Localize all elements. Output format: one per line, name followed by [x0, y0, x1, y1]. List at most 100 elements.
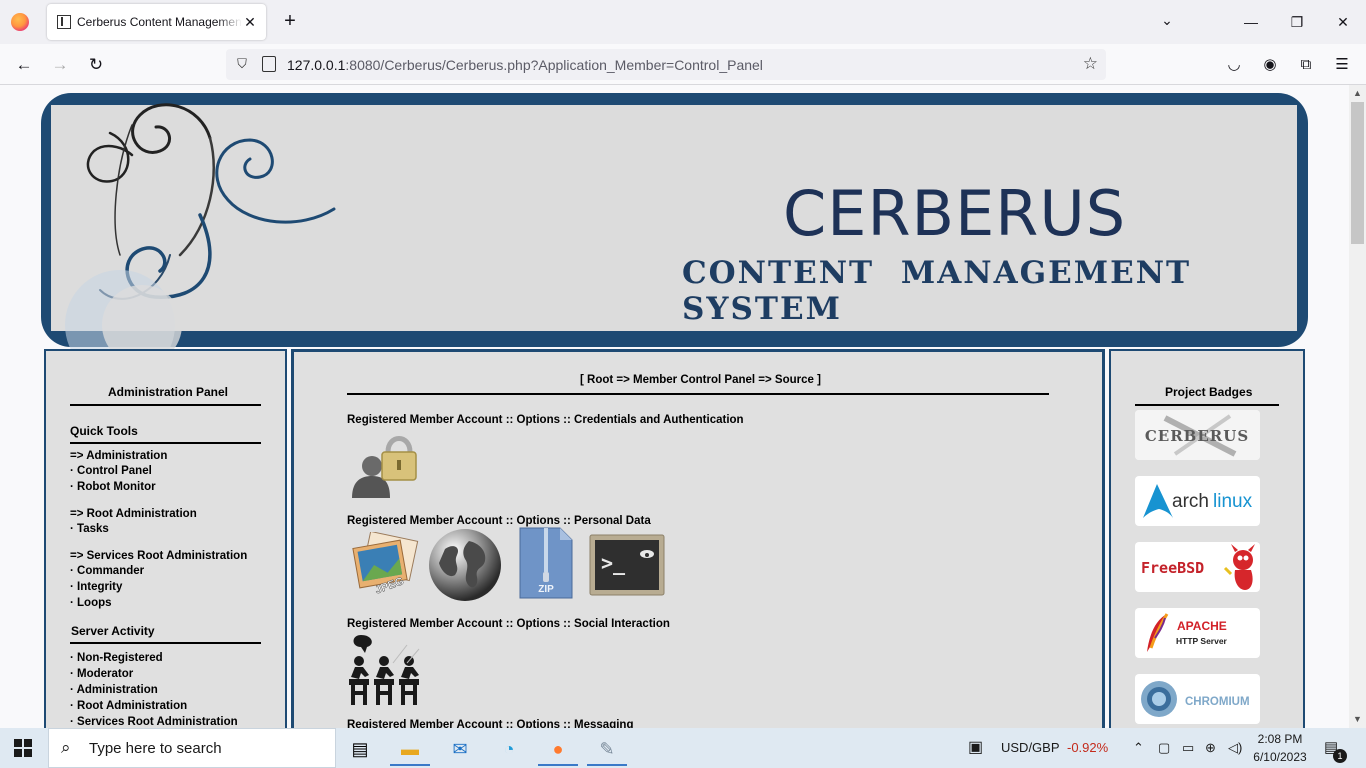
menu-services-root-administration[interactable]: => Services Root Administration [70, 550, 247, 562]
bookmark-star-icon[interactable]: ☆ [1083, 54, 1098, 74]
divider [70, 404, 261, 406]
scroll-up-icon[interactable]: ▲ [1349, 85, 1366, 102]
user-lock-icon[interactable] [348, 428, 418, 503]
search-icon: ⌕ [61, 738, 71, 757]
tracking-protection-shield-icon[interactable]: ⛉ [234, 56, 250, 72]
edge-icon[interactable]: ◔ [489, 734, 529, 766]
freebsd-label: FreeBSD [1141, 559, 1204, 577]
zip-label: ZIP [538, 584, 554, 595]
section-credentials-heading: Registered Member Account :: Options :: … [347, 414, 744, 426]
cerberus-badge-label: CERBERUS [1145, 427, 1249, 445]
activity-root-administration[interactable]: · Root Administration [70, 700, 187, 712]
navigation-toolbar: ← → ↻ ⛉ 127.0.0.1:8080/Cerberus/Cerberus… [0, 44, 1366, 85]
page-info-icon[interactable] [262, 56, 276, 72]
pocket-icon[interactable]: ◡ [1222, 53, 1246, 77]
globe-icon[interactable] [427, 527, 503, 608]
divider [70, 442, 261, 444]
activity-moderator[interactable]: · Moderator [70, 668, 133, 680]
browser-tab-bar: Cerberus Content Management System ✕ + ⌄… [0, 0, 1366, 44]
terminal-icon[interactable]: >_ [589, 534, 665, 601]
file-explorer-icon[interactable]: ▬ [390, 734, 430, 766]
volume-icon[interactable]: ◁) [1228, 728, 1242, 768]
active-tab[interactable]: Cerberus Content Management System ✕ [47, 4, 266, 40]
meet-now-icon[interactable]: ▢ [1158, 728, 1170, 768]
activity-services-root-administration[interactable]: · Services Root Administration [70, 716, 238, 728]
project-badges-title: Project Badges [1165, 385, 1253, 399]
menu-robot-monitor[interactable]: · Robot Monitor [70, 481, 156, 493]
clock[interactable]: 2:08 PM 6/10/2023 [1250, 730, 1310, 766]
divider [1135, 404, 1279, 406]
restore-icon[interactable]: ❐ [1282, 10, 1312, 34]
breadcrumb: [ Root => Member Control Panel => Source… [580, 374, 821, 386]
http-server-label: HTTP Server [1176, 636, 1228, 646]
url-text[interactable]: 127.0.0.1:8080/Cerberus/Cerberus.php?App… [287, 57, 763, 73]
activity-non-registered[interactable]: · Non-Registered [70, 652, 163, 664]
url-bar[interactable]: ⛉ 127.0.0.1:8080/Cerberus/Cerberus.php?A… [226, 49, 1106, 80]
url-host: 127.0.0.1 [287, 57, 346, 73]
admin-panel-title: Administration Panel [108, 385, 229, 399]
show-hidden-icons-icon[interactable]: ⌃ [1133, 728, 1144, 768]
currency-pair[interactable]: USD/GBP [1001, 728, 1060, 768]
chromium-badge[interactable]: CHROMIUM [1135, 674, 1260, 724]
account-icon[interactable]: ◉ [1258, 53, 1282, 77]
freebsd-badge[interactable]: FreeBSD [1135, 542, 1260, 592]
site-favicon-icon [57, 15, 71, 29]
taskbar-search-box[interactable]: ⌕ Type here to search [48, 728, 336, 768]
stock-widget-icon[interactable]: ▣ [968, 728, 983, 768]
cerberus-badge[interactable]: CERBERUS [1135, 410, 1260, 460]
search-placeholder: Type here to search [89, 740, 222, 757]
brand-subtitle: CONTENT MANAGEMENT SYSTEM [682, 255, 1192, 327]
network-icon[interactable]: ⊕ [1205, 728, 1216, 768]
menu-integrity[interactable]: · Integrity [70, 581, 122, 593]
reload-icon[interactable]: ↻ [84, 53, 108, 77]
section-personal-data-heading: Registered Member Account :: Options :: … [347, 515, 651, 527]
menu-administration[interactable]: => Administration [70, 450, 167, 462]
breadcrumb-divider [347, 393, 1049, 395]
paint-icon[interactable]: ✎ [587, 734, 627, 766]
social-group-icon[interactable] [347, 633, 421, 712]
close-window-icon[interactable]: ✕ [1328, 10, 1358, 34]
page-viewport: CERBERUS CONTENT MANAGEMENT SYSTEM Admin… [0, 85, 1349, 728]
clock-date: 6/10/2023 [1253, 750, 1307, 764]
currency-change[interactable]: -0.92% [1067, 728, 1108, 768]
arch-text: arch [1172, 491, 1209, 512]
tab-title: Cerberus Content Management System [77, 15, 242, 29]
archlinux-badge[interactable]: arch linux [1135, 476, 1260, 526]
extensions-icon[interactable]: ⧉ [1294, 53, 1318, 77]
url-path: :8080/Cerberus/Cerberus.php?Application_… [345, 57, 763, 73]
menu-tasks[interactable]: · Tasks [70, 523, 109, 535]
menu-loops[interactable]: · Loops [70, 597, 112, 609]
mail-icon[interactable]: ✉ [440, 734, 480, 766]
zip-archive-icon[interactable]: ZIP [518, 526, 574, 605]
section-social-heading: Registered Member Account :: Options :: … [347, 618, 670, 630]
page-scrollbar[interactable]: ▲ ▼ [1349, 85, 1366, 728]
menu-commander[interactable]: · Commander [70, 565, 144, 577]
task-view-icon[interactable]: ▤ [340, 734, 380, 766]
jpeg-photo-icon[interactable]: JPEG [352, 530, 420, 603]
back-icon[interactable]: ← [12, 53, 36, 77]
linux-text: linux [1213, 491, 1253, 512]
activity-administration[interactable]: · Administration [70, 684, 158, 696]
server-activity-title: Server Activity [71, 624, 155, 638]
quick-tools-title: Quick Tools [70, 424, 138, 438]
divider [70, 642, 261, 644]
notification-count-badge: 1 [1333, 749, 1347, 763]
list-all-tabs-icon[interactable]: ⌄ [1158, 12, 1176, 30]
windows-start-icon[interactable] [14, 739, 32, 757]
battery-icon[interactable]: ▭ [1182, 728, 1194, 768]
minimize-icon[interactable]: — [1236, 10, 1266, 34]
tab-close-icon[interactable]: ✕ [240, 12, 260, 32]
forward-icon[interactable]: → [48, 53, 72, 77]
scroll-thumb[interactable] [1351, 102, 1364, 244]
firefox-menu-icon[interactable] [11, 13, 29, 31]
scroll-down-icon[interactable]: ▼ [1349, 711, 1366, 728]
firefox-taskbar-icon[interactable]: ● [538, 734, 578, 766]
menu-control-panel[interactable]: · Control Panel [70, 465, 152, 477]
windows-taskbar: ⌕ Type here to search ▤ ▬ ✉ ◔ ● ✎ ▣ USD/… [0, 728, 1366, 768]
apache-label: APACHE [1177, 619, 1227, 633]
apache-badge[interactable]: APACHE HTTP Server [1135, 608, 1260, 658]
menu-root-administration[interactable]: => Root Administration [70, 508, 197, 520]
app-menu-icon[interactable]: ☰ [1330, 53, 1354, 77]
section-messaging-heading: Registered Member Account :: Options :: … [347, 719, 634, 728]
new-tab-button[interactable]: + [280, 10, 300, 32]
